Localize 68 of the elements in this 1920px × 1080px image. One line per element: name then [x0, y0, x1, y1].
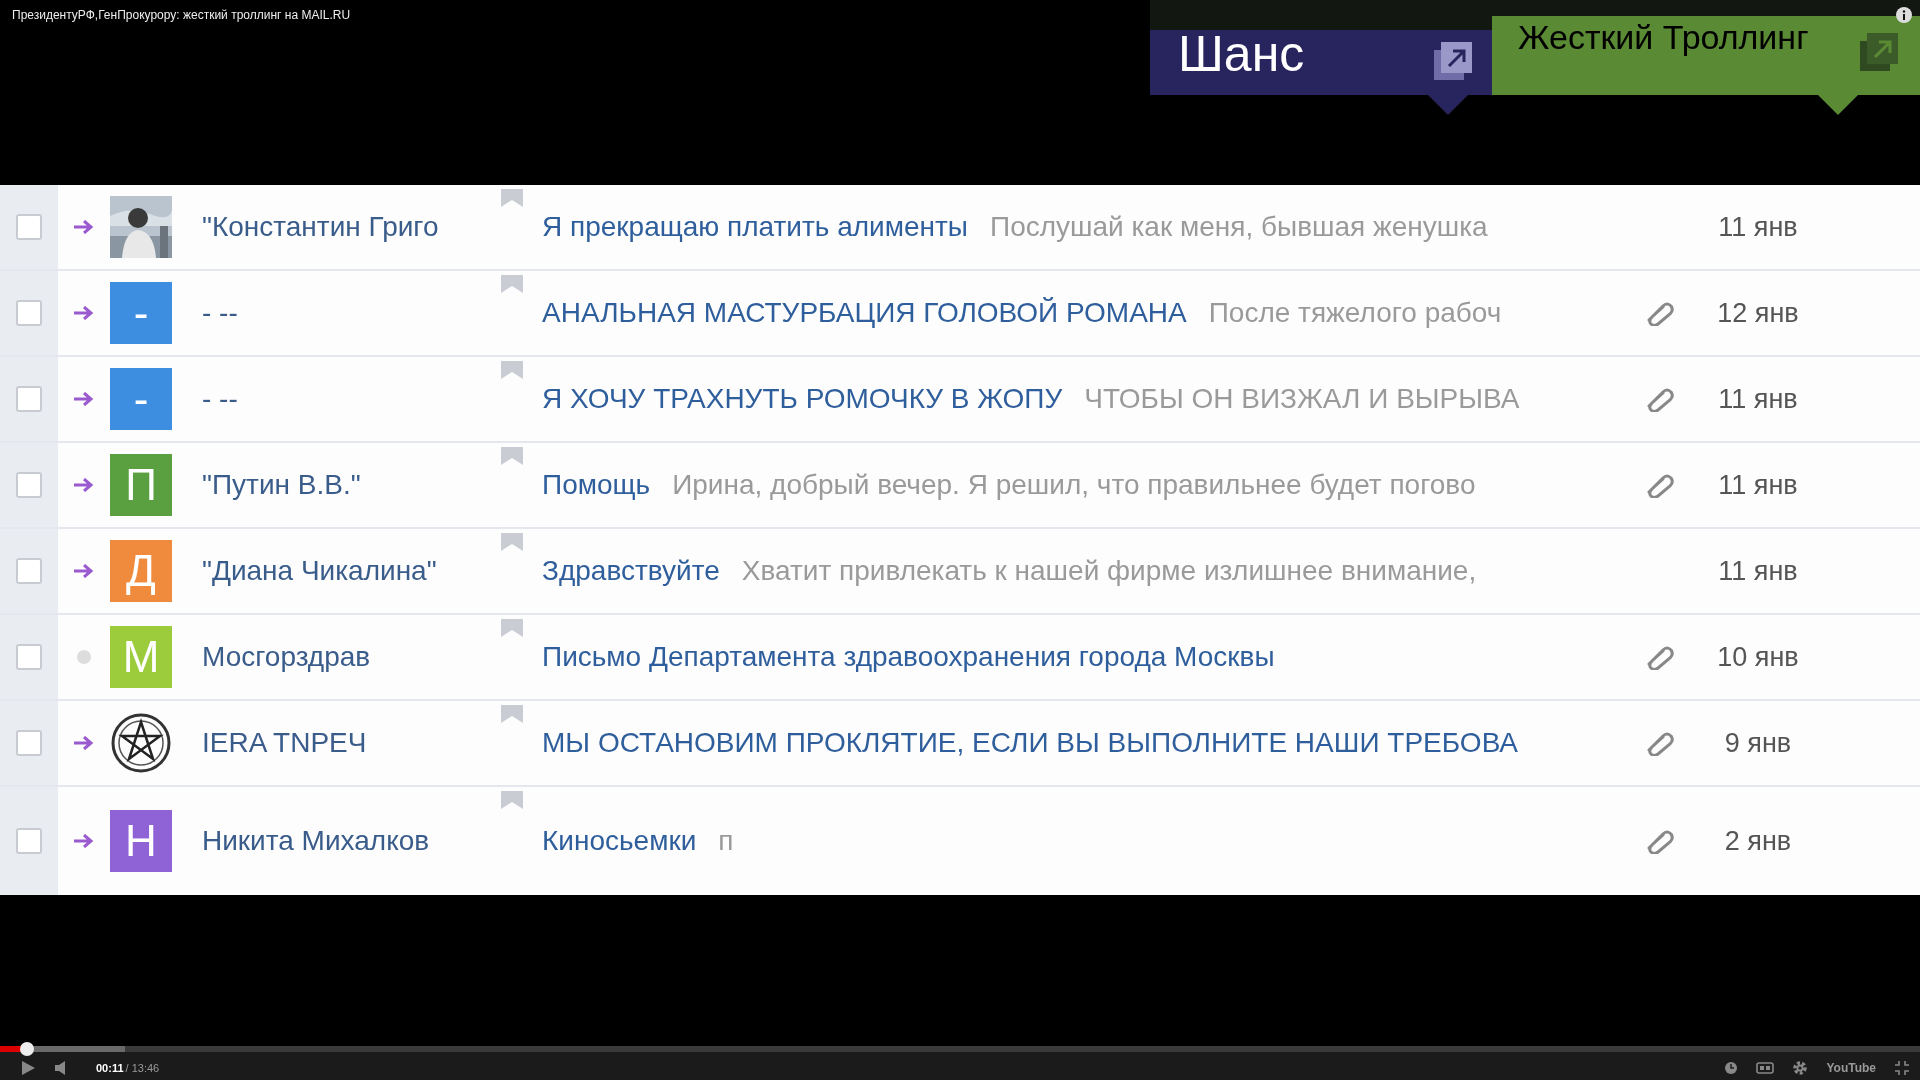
- external-link-icon[interactable]: [1860, 33, 1898, 71]
- sender-name: IERA TNPEЧ: [201, 727, 368, 760]
- bookmark-icon[interactable]: [501, 705, 523, 724]
- email-preview: ЧТОБЫ ОН ВИЗЖАЛ И ВЫРЫВА: [1084, 383, 1520, 416]
- checkbox[interactable]: [16, 644, 42, 671]
- email-date: 10 янв: [1716, 641, 1800, 673]
- email-subject[interactable]: Я ХОЧУ ТРАХНУТЬ РОМОЧКУ В ЖОПУ: [542, 383, 1063, 416]
- play-icon[interactable]: [20, 1060, 36, 1076]
- checkbox[interactable]: [16, 386, 42, 413]
- bookmark-icon[interactable]: [501, 619, 523, 638]
- pentagram-icon: [110, 712, 172, 775]
- email-subject[interactable]: Помощь: [542, 469, 651, 502]
- progress-handle[interactable]: [19, 1042, 34, 1056]
- avatar: П: [110, 454, 172, 517]
- email-date: 11 янв: [1717, 383, 1799, 415]
- avatar: Н: [110, 810, 172, 873]
- duration: / 13:46: [125, 1062, 160, 1074]
- email-preview: После тяжелого рабоч: [1208, 297, 1502, 330]
- checkbox[interactable]: [16, 828, 42, 855]
- youtube-logo[interactable]: YouTube: [1826, 1061, 1876, 1075]
- bookmark-icon[interactable]: [501, 447, 523, 466]
- checkbox[interactable]: [16, 558, 42, 585]
- sender-name: "Константин Григо: [201, 211, 440, 244]
- bookmark-icon[interactable]: [501, 361, 523, 380]
- sender-name: - --: [201, 297, 239, 330]
- fullscreen-icon[interactable]: [1894, 1060, 1910, 1076]
- avatar: -: [110, 368, 172, 431]
- email-subject[interactable]: МЫ ОСТАНОВИМ ПРОКЛЯТИЕ, ЕСЛИ ВЫ ВЫПОЛНИТЕ НАШИ ТРЕБОВА: [542, 727, 1519, 760]
- email-preview: Ирина, добрый вечер. Я решил, что правильнее будет погово: [672, 469, 1476, 502]
- bookmark-icon[interactable]: [501, 275, 523, 294]
- external-link-icon[interactable]: [1434, 41, 1472, 80]
- sender-name: - --: [201, 383, 239, 416]
- sender-name: "Путин В.В.": [201, 469, 362, 502]
- bookmark-icon[interactable]: [501, 533, 523, 552]
- email-date: 9 янв: [1723, 727, 1793, 759]
- captions-icon[interactable]: [1756, 1062, 1775, 1074]
- email-subject[interactable]: Письмо Департамента здравоохранения города Москвы: [542, 641, 1275, 674]
- email-subject[interactable]: Здравствуйте: [542, 555, 720, 588]
- checkbox[interactable]: [16, 214, 42, 241]
- bookmark-icon[interactable]: [501, 791, 523, 810]
- checkbox[interactable]: [16, 730, 42, 757]
- email-date: 11 янв: [1717, 469, 1799, 501]
- annotation-label: Жесткий Троллинг: [1518, 18, 1809, 57]
- settings-icon[interactable]: [1792, 1060, 1809, 1076]
- sender-name: Никита Михалков: [201, 825, 431, 858]
- avatar: -: [110, 282, 172, 345]
- checkbox[interactable]: [16, 472, 42, 499]
- sender-name: "Диана Чикалина": [201, 555, 438, 588]
- current-time: 00:11: [96, 1062, 124, 1074]
- email-preview: Хватит привлекать к нашей фирме излишнее внимание,: [741, 555, 1477, 588]
- email-subject[interactable]: Я прекращаю платить алименты: [542, 211, 968, 244]
- info-icon[interactable]: [1896, 7, 1912, 23]
- sender-name: Мосгорздрав: [201, 641, 372, 674]
- email-date: 2 янв: [1723, 825, 1793, 857]
- progress-track[interactable]: [0, 1046, 1920, 1052]
- video-title[interactable]: ПрезидентуРФ,ГенПрокурору: жесткий троллинг на MAIL.RU: [12, 8, 351, 22]
- checkbox[interactable]: [16, 300, 42, 327]
- email-preview: п: [718, 825, 734, 858]
- avatar: М: [110, 626, 172, 689]
- email-subject[interactable]: Киносьемки: [542, 825, 697, 858]
- clock-icon[interactable]: [1724, 1061, 1739, 1075]
- bookmark-icon[interactable]: [501, 189, 523, 207]
- email-date: 11 янв: [1717, 211, 1799, 243]
- email-date: 12 янв: [1716, 297, 1800, 329]
- email-subject[interactable]: АНАЛЬНАЯ МАСТУРБАЦИЯ ГОЛОВОЙ РОМАНА: [542, 297, 1187, 330]
- email-date: 11 янв: [1717, 555, 1799, 587]
- avatar: Д: [110, 540, 172, 603]
- email-preview: Послушай как меня, бывшая женушка: [990, 211, 1488, 244]
